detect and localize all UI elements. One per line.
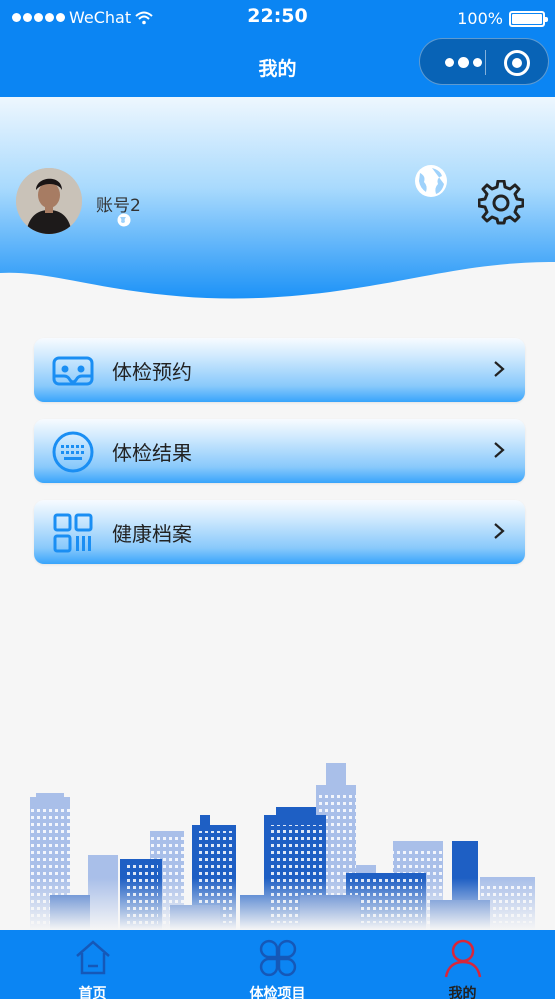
status-bar: WeChat 22:50 100% bbox=[0, 0, 555, 36]
menu-item-health-records[interactable]: 健康档案 bbox=[34, 500, 525, 564]
small-globe-icon bbox=[117, 213, 131, 227]
avatar-photo bbox=[16, 168, 82, 234]
top-bar: WeChat 22:50 100% 我的 bbox=[0, 0, 555, 97]
battery-percent: 100% bbox=[457, 9, 503, 28]
menu-label: 体检结果 bbox=[112, 441, 192, 465]
vr-glasses-icon bbox=[52, 356, 94, 386]
profile-header-background bbox=[0, 97, 555, 299]
tab-home[interactable]: 首页 bbox=[0, 930, 185, 999]
mini-program-capsule bbox=[419, 38, 549, 85]
chevron-right-icon bbox=[494, 442, 505, 458]
more-menu-button[interactable] bbox=[438, 53, 488, 71]
battery-status: 100% bbox=[457, 9, 548, 28]
tab-checkup-items[interactable]: 体检项目 bbox=[185, 930, 370, 999]
tab-label: 我的 bbox=[448, 986, 477, 999]
tab-mine[interactable]: 我的 bbox=[370, 930, 555, 999]
user-icon bbox=[444, 939, 481, 978]
capsule-divider bbox=[485, 50, 486, 75]
battery-icon bbox=[509, 10, 548, 27]
tab-label: 体检项目 bbox=[249, 986, 306, 999]
close-mini-program-button[interactable] bbox=[504, 50, 530, 76]
bottom-tab-bar: 首页 体检项目 我的 bbox=[0, 930, 555, 999]
chevron-right-icon bbox=[494, 523, 505, 539]
avatar[interactable] bbox=[16, 168, 82, 234]
home-icon bbox=[75, 940, 110, 975]
menu-label: 体检预约 bbox=[112, 360, 192, 384]
menu-item-results[interactable]: 体检结果 bbox=[34, 419, 525, 483]
city-skyline-illustration bbox=[0, 745, 555, 930]
chevron-right-icon bbox=[494, 361, 505, 377]
qr-grid-icon bbox=[53, 513, 93, 553]
tab-label: 首页 bbox=[78, 986, 107, 999]
clover-icon bbox=[259, 939, 296, 977]
settings-gear-icon[interactable] bbox=[478, 180, 524, 226]
menu-item-appointment[interactable]: 体检预约 bbox=[34, 338, 525, 402]
menu-label: 健康档案 bbox=[112, 522, 192, 546]
globe-icon bbox=[415, 165, 447, 197]
keyboard-icon bbox=[52, 431, 94, 473]
